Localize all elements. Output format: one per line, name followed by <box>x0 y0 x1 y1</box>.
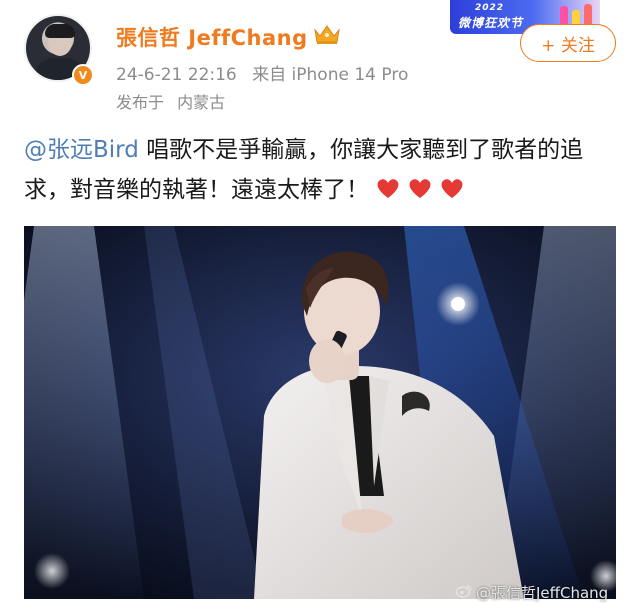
post-text: @张远Bird 唱歌不是爭輸贏，你讓大家聽到了歌者的追求，對音樂的執著！遠遠太棒… <box>24 130 624 210</box>
avatar[interactable]: V <box>24 14 96 86</box>
post-location: 发布于 内蒙古 <box>116 89 225 113</box>
post-video[interactable] <box>24 226 616 599</box>
heart-icon <box>409 179 431 198</box>
post-meta: 24-6-21 22:16 来自 iPhone 14 Pro <box>116 60 408 85</box>
crown-icon <box>314 25 340 44</box>
video-watermark: @張信哲JeffChang <box>476 584 609 602</box>
post-source: 来自 iPhone 14 Pro <box>252 65 409 85</box>
event-badge-year: 2022 <box>475 3 505 13</box>
heart-icon <box>377 179 399 198</box>
heart-icon <box>441 179 463 198</box>
username[interactable]: 張信哲 JeffChang <box>116 22 308 52</box>
location-name: 内蒙古 <box>177 93 226 112</box>
follow-button[interactable]: + 关注 <box>520 24 616 62</box>
location-prefix: 发布于 <box>116 93 165 112</box>
verified-icon: V <box>72 64 94 86</box>
concert-scene <box>24 226 616 599</box>
event-badge-name: 微博狂欢节 <box>458 16 524 30</box>
weibo-post: V 張信哲 JeffChang 24-6-21 22:16 来自 iPhone … <box>0 0 640 602</box>
post-date: 24-6-21 22:16 <box>116 65 237 85</box>
weibo-icon <box>456 585 472 598</box>
mention-link[interactable]: @张远Bird <box>24 137 139 163</box>
